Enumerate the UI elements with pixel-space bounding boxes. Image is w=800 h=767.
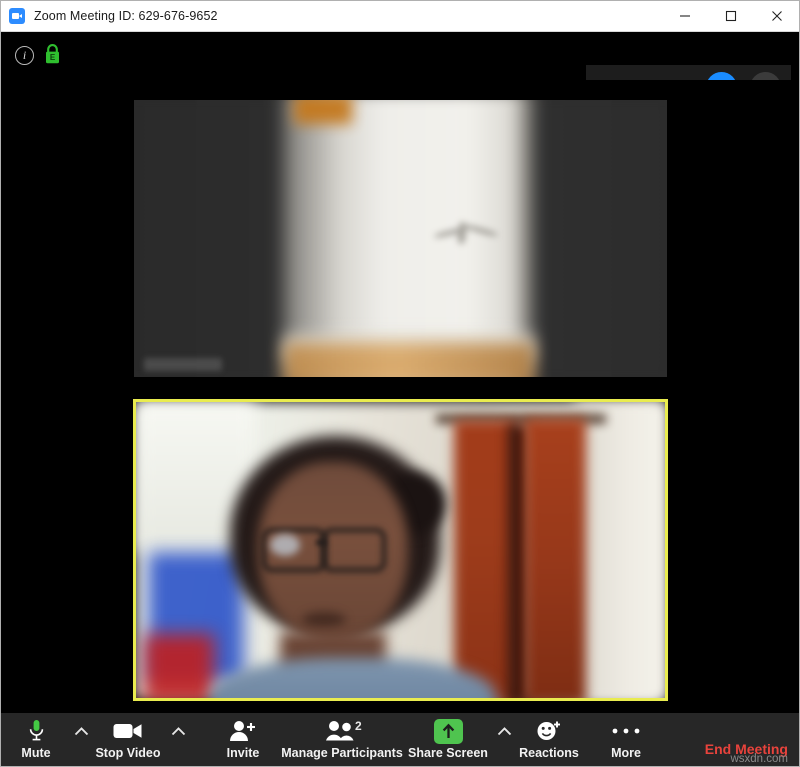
window-title: Zoom Meeting ID: 629-676-9652 (34, 8, 218, 23)
stop-video-button[interactable]: Stop Video (82, 718, 174, 760)
more-label: More (611, 746, 641, 760)
invite-label: Invite (226, 746, 260, 760)
ceiling-blur (294, 100, 352, 124)
participant-tile-bottom[interactable] (133, 399, 668, 701)
share-arrow-up-icon (433, 718, 463, 744)
people-icon: 2 (325, 718, 362, 744)
more-button[interactable]: More (580, 718, 672, 760)
video-camera-icon (113, 718, 143, 744)
watermark: wsxdn.com (730, 753, 788, 765)
svg-text:E: E (50, 53, 56, 62)
minimize-icon[interactable] (662, 0, 708, 32)
window-controls (662, 0, 800, 32)
manage-participants-label: Manage Participants (281, 746, 403, 760)
info-icon[interactable]: i (15, 46, 34, 65)
smiley-plus-icon (536, 718, 562, 744)
curtain-right (524, 418, 586, 698)
reactions-label: Reactions (519, 746, 579, 760)
floor-blur (284, 343, 534, 377)
meeting-toolbar: Mute Stop Video Invite 2 Manage Particip… (0, 712, 800, 767)
maximize-icon[interactable] (708, 0, 754, 32)
meeting-info-bar: i E 00:00:17 (0, 32, 800, 110)
background-right-wall (575, 402, 665, 698)
video-options-chevron-up-icon[interactable] (167, 727, 189, 736)
mute-label: Mute (21, 746, 51, 760)
microphone-icon (28, 718, 45, 744)
zoom-meeting-window: Zoom Meeting ID: 629-676-9652 i E Mute S… (0, 0, 800, 767)
share-screen-button[interactable]: Share Screen (393, 718, 503, 760)
person-add-icon (229, 718, 257, 744)
video-feed-bottom (136, 402, 665, 698)
stop-video-label: Stop Video (95, 746, 161, 760)
participant-tile-top[interactable] (134, 100, 667, 377)
title-bar: Zoom Meeting ID: 629-676-9652 (0, 0, 800, 32)
participant-person (206, 436, 496, 698)
background-red-object (144, 634, 214, 698)
zoom-camera-icon (9, 7, 25, 24)
ceiling-fan-blur (433, 220, 500, 246)
close-icon[interactable] (754, 0, 800, 32)
green-lock-icon[interactable]: E (44, 44, 61, 65)
participants-count-badge: 2 (355, 719, 362, 733)
mute-button[interactable]: Mute (0, 718, 82, 760)
participant-name-label-top (144, 358, 222, 371)
ellipsis-icon (611, 718, 641, 744)
share-screen-label: Share Screen (408, 746, 488, 760)
video-stage (0, 80, 800, 712)
